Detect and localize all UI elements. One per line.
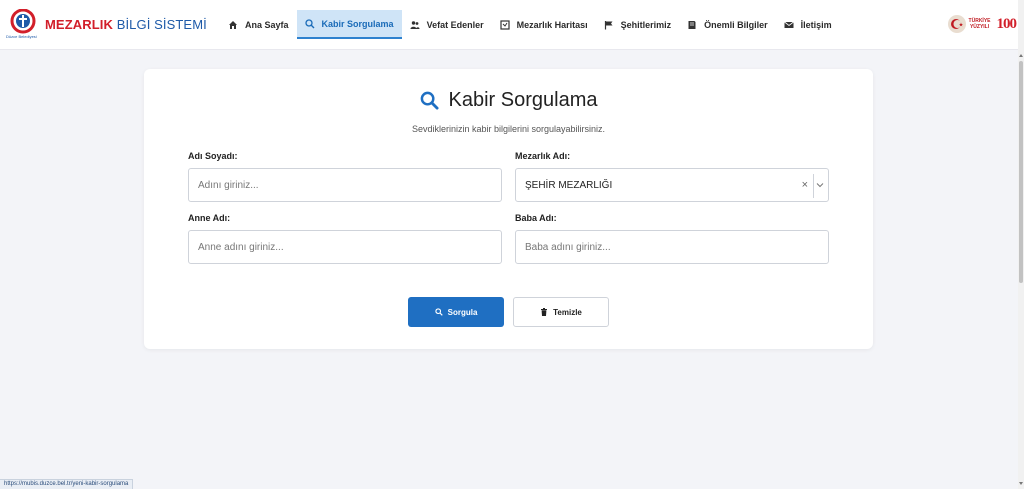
turkiye-yuzyili-logo: TÜRKİYE YÜZYILI: [947, 14, 991, 34]
father-name-input[interactable]: [515, 230, 829, 264]
select-divider: [813, 174, 814, 198]
page-title: Kabir Sorgulama: [420, 89, 598, 112]
nav-item-sehitlerimiz[interactable]: Şehitlerimiz: [596, 10, 680, 39]
brand[interactable]: Düzce Belediyesi MEZARLIK BİLGİ SİSTEMİ: [6, 8, 207, 39]
nav-item-kabir-sorgulama[interactable]: Kabir Sorgulama: [296, 10, 402, 39]
reset-label: Temizle: [553, 307, 582, 317]
mother-name-input[interactable]: [188, 230, 502, 264]
nav-item-ana-sayfa[interactable]: Ana Sayfa: [220, 10, 297, 39]
mother-label: Anne Adı:: [188, 213, 231, 223]
main-nav: Ana Sayfa Kabir Sorgulama Vefat Edenler …: [220, 10, 840, 39]
scroll-down-arrow-icon[interactable]: [1019, 482, 1023, 485]
nav-item-label: Önemli Bilgiler: [704, 19, 768, 30]
flag-icon: [604, 20, 613, 29]
envelope-icon: [783, 21, 794, 28]
mother-field-group: Anne Adı:: [188, 213, 502, 264]
name-field-group: Adı Soyadı:: [188, 151, 502, 202]
father-label: Baba Adı:: [515, 213, 557, 223]
chevron-down-icon[interactable]: [816, 181, 824, 189]
reset-button[interactable]: Temizle: [513, 297, 609, 327]
nav-item-onemli-bilgiler[interactable]: Önemli Bilgiler: [679, 10, 776, 39]
cemetery-field-group: Mezarlık Adı: ŞEHİR MEZARLIĞI ×: [515, 151, 829, 202]
nav-item-iletisim[interactable]: İletişim: [776, 10, 840, 39]
turkiye-line2: YÜZYILI: [969, 24, 990, 30]
nav-item-mezarlik-haritasi[interactable]: Mezarlık Haritası: [492, 10, 596, 39]
search-icon: [434, 308, 443, 316]
users-icon: [410, 20, 420, 29]
nav-item-label: Şehitlerimiz: [620, 19, 672, 30]
scroll-up-arrow-icon[interactable]: [1019, 54, 1023, 57]
scroll-thumb[interactable]: [1019, 61, 1023, 283]
nav-item-label: Mezarlık Haritası: [516, 19, 588, 30]
search-submit-button[interactable]: Sorgula: [408, 297, 504, 327]
nav-item-label: Kabir Sorgulama: [321, 18, 394, 29]
name-label: Adı Soyadı:: [188, 151, 238, 161]
book-icon: [688, 20, 696, 29]
card-header: Kabir Sorgulama Sevdiklerinizin kabir bi…: [144, 89, 873, 134]
cemetery-label: Mezarlık Adı:: [515, 151, 571, 161]
status-url: https://mubis.duzce.bel.tr/yeni-kabir-so…: [0, 479, 134, 489]
crescent-star-icon: [947, 15, 966, 33]
nav-item-label: Vefat Edenler: [426, 19, 484, 30]
turkiye-yuzyili-text: TÜRKİYE YÜZYILI: [969, 18, 991, 30]
logo-caption: Düzce Belediyesi: [6, 34, 37, 39]
map-icon: [499, 19, 510, 30]
page-title-text: Kabir Sorgulama: [448, 89, 598, 111]
nav-item-label: İletişim: [800, 19, 832, 30]
hundred-logo: 100: [996, 15, 1017, 32]
page-subtitle: Sevdiklerinizin kabir bilgilerini sorgul…: [411, 124, 606, 134]
brand-title-bold: MEZARLIK: [45, 16, 113, 32]
father-field-group: Baba Adı:: [515, 213, 829, 264]
home-icon: [229, 20, 237, 29]
search-submit-label: Sorgula: [447, 307, 478, 317]
brand-title-light: BİLGİ SİSTEMİ: [116, 16, 207, 32]
cemetery-select[interactable]: ŞEHİR MEZARLIĞI ×: [515, 168, 829, 202]
name-input[interactable]: [188, 168, 502, 202]
search-card: Kabir Sorgulama Sevdiklerinizin kabir bi…: [144, 69, 873, 349]
logo-icon: Düzce Belediyesi: [6, 8, 40, 39]
nav-item-vefat-edenler[interactable]: Vefat Edenler: [402, 10, 492, 39]
trash-icon: [541, 308, 548, 316]
top-navbar: Düzce Belediyesi MEZARLIK BİLGİ SİSTEMİ …: [0, 0, 1018, 50]
right-logos: TÜRKİYE YÜZYILI 100: [947, 14, 1017, 34]
clear-icon[interactable]: ×: [802, 179, 808, 191]
nav-item-label: Ana Sayfa: [245, 19, 289, 30]
page-scrollbar[interactable]: [1018, 0, 1024, 489]
cemetery-select-value: ŞEHİR MEZARLIĞI: [525, 179, 613, 191]
search-icon: [304, 18, 315, 28]
search-icon: [420, 91, 439, 110]
brand-title: MEZARLIK BİLGİ SİSTEMİ: [45, 17, 207, 32]
